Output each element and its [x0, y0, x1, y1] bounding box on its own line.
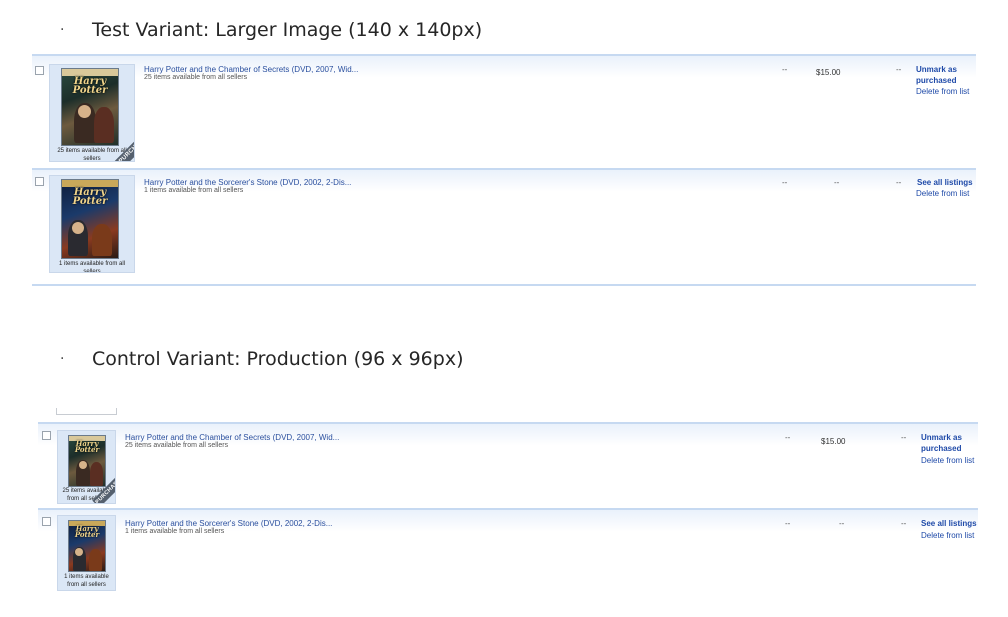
test-variant-title: Test Variant: Larger Image (140 x 140px)	[92, 19, 483, 41]
thumb-caption: 1 items available from all sellers	[64, 574, 109, 588]
item-availability: 1 items available from all sellers	[144, 187, 244, 194]
price-value: --	[839, 519, 845, 528]
item-thumbnail[interactable]: Harry Potter 25 items available from all…	[57, 430, 116, 504]
item-title-link[interactable]: Harry Potter and the Chamber of Secrets …	[144, 65, 358, 74]
checkbox-icon[interactable]	[35, 177, 44, 186]
list-row: Harry Potter 1 items available from all …	[32, 168, 976, 286]
control-variant-heading: · Control Variant: Production (96 x 96px…	[58, 348, 463, 370]
item-thumbnail[interactable]: Harry Potter 1 items available from all …	[49, 175, 135, 273]
see-all-listings-link[interactable]: See all listings	[917, 178, 973, 189]
dvd-cover-image: Harry Potter	[68, 520, 106, 572]
checkbox-icon[interactable]	[42, 517, 51, 526]
item-thumbnail[interactable]: Harry Potter 1 items available from all …	[57, 515, 116, 591]
item-thumbnail[interactable]: Harry Potter 25 items available from all…	[49, 64, 135, 162]
column-1-value: --	[785, 433, 791, 442]
price-value: $15.00	[821, 437, 846, 446]
item-title-link[interactable]: Harry Potter and the Sorcerer's Stone (D…	[144, 178, 351, 187]
item-availability: 25 items available from all sellers	[125, 442, 229, 449]
list-row: Harry Potter 25 items available from all…	[32, 54, 976, 168]
bullet-icon: ·	[60, 22, 65, 38]
column-3-value: --	[901, 433, 907, 442]
list-row: Harry Potter 25 items available from all…	[38, 422, 978, 508]
dvd-cover-image: Harry Potter	[68, 435, 106, 487]
thumbnail-stub	[56, 408, 117, 415]
see-all-listings-link[interactable]: See all listings	[921, 519, 977, 530]
control-variant-list: Harry Potter 25 items available from all…	[38, 422, 978, 594]
bullet-icon: ·	[60, 351, 65, 367]
checkbox-icon[interactable]	[35, 66, 44, 75]
test-variant-heading: · Test Variant: Larger Image (140 x 140p…	[58, 19, 482, 41]
dvd-cover-image: Harry Potter	[61, 68, 119, 146]
item-availability: 25 items available from all sellers	[144, 74, 248, 81]
column-1-value: --	[782, 65, 788, 74]
test-variant-list: Harry Potter 25 items available from all…	[32, 54, 976, 286]
list-row: Harry Potter 1 items available from all …	[38, 508, 978, 594]
column-3-value: --	[896, 65, 902, 74]
price-value: --	[834, 178, 840, 187]
unmark-purchased-link[interactable]: Unmark as purchased	[921, 433, 971, 455]
column-3-value: --	[896, 178, 902, 187]
item-availability: 1 items available from all sellers	[125, 528, 225, 535]
delete-from-list-link[interactable]: Delete from list	[916, 189, 969, 198]
column-1-value: --	[782, 178, 788, 187]
delete-from-list-link[interactable]: Delete from list	[921, 456, 974, 465]
price-value: $15.00	[816, 68, 841, 77]
dvd-cover-image: Harry Potter	[61, 179, 119, 259]
unmark-purchased-link[interactable]: Unmark as purchased	[916, 65, 966, 87]
column-3-value: --	[901, 519, 907, 528]
thumb-caption: 1 items available from all sellers	[58, 261, 126, 273]
delete-from-list-link[interactable]: Delete from list	[921, 531, 974, 540]
item-title-link[interactable]: Harry Potter and the Sorcerer's Stone (D…	[125, 519, 332, 528]
control-variant-title: Control Variant: Production (96 x 96px)	[92, 348, 464, 370]
column-1-value: --	[785, 519, 791, 528]
checkbox-icon[interactable]	[42, 431, 51, 440]
item-title-link[interactable]: Harry Potter and the Chamber of Secrets …	[125, 433, 339, 442]
delete-from-list-link[interactable]: Delete from list	[916, 87, 969, 96]
